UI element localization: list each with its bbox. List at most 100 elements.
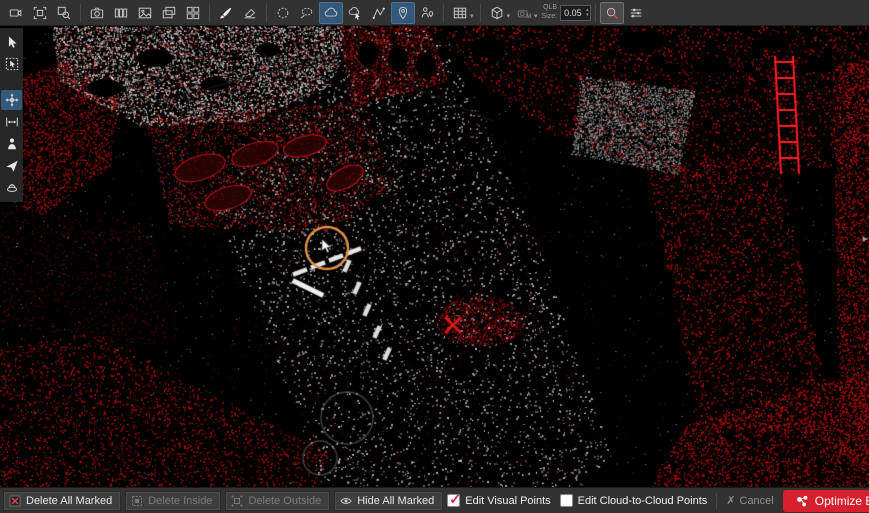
polyline-button[interactable] (367, 2, 391, 24)
toolbar-separator (80, 4, 81, 22)
orbit-target-button[interactable] (1, 90, 22, 110)
eye-icon (340, 495, 352, 507)
select-cursor-button[interactable] (1, 32, 22, 52)
qlb-size-value[interactable]: 0.05 (564, 8, 584, 18)
measure-icon (5, 115, 19, 129)
delete-all-marked-button[interactable]: Delete All Marked (3, 491, 121, 511)
magnifier-red-icon (605, 6, 619, 20)
image-icon (138, 6, 152, 20)
photo-camera-button[interactable] (85, 2, 109, 24)
point-cloud-viewport[interactable]: ▸ (0, 26, 869, 487)
point-cloud-canvas[interactable] (0, 26, 869, 487)
paint-brush-button[interactable] (214, 2, 238, 24)
zoom-window-button[interactable] (52, 2, 76, 24)
box-select-button[interactable] (1, 54, 22, 74)
image-button[interactable] (133, 2, 157, 24)
zoom-window-icon (57, 6, 71, 20)
button-label: Delete Inside (148, 495, 212, 507)
spin-down-icon[interactable]: ▾ (586, 13, 589, 18)
qlb-size-spinner[interactable]: ▴ ▾ (586, 8, 589, 18)
camera-m-dropdown[interactable]: ▾ (534, 12, 538, 20)
brush-icon (219, 6, 233, 20)
table-icon (453, 6, 467, 20)
panorama-button[interactable] (109, 2, 133, 24)
camera-m-button[interactable]: M (512, 2, 536, 24)
delete-marked-icon (9, 495, 21, 507)
top-toolbar: ▾ ▾ M ▾ QLB Size: 0.05 ▴ ▾ (0, 0, 869, 26)
delete-outside-icon (231, 495, 243, 507)
checkbox-label: Edit Visual Points (465, 495, 550, 507)
toolbar-separator (209, 4, 210, 22)
delete-inside-button[interactable]: Delete Inside (125, 491, 221, 511)
view-cube-dropdown[interactable]: ▾ (507, 12, 511, 20)
paper-plane-icon (5, 159, 19, 173)
bottom-separator (716, 493, 717, 509)
cube-icon (490, 6, 504, 20)
app-window: ▾ ▾ M ▾ QLB Size: 0.05 ▴ ▾ (0, 0, 869, 513)
toolbar-separator (266, 4, 267, 22)
table-view-button[interactable] (448, 2, 472, 24)
toolbar-separator (480, 4, 481, 22)
fit-view-button[interactable] (28, 2, 52, 24)
optimize-label: Optimize Bundle (815, 494, 869, 508)
cancel-button[interactable]: ✗ Cancel (726, 494, 773, 507)
cloud-pointer-icon (348, 6, 362, 20)
qlb-size-label: QLB Size: (542, 4, 558, 20)
svg-text:M: M (526, 12, 531, 19)
street-view-button[interactable] (1, 134, 22, 154)
eraser-icon (243, 6, 257, 20)
cursor-box-icon (5, 57, 19, 71)
delete-inside-icon (131, 495, 143, 507)
optimize-bundle-button[interactable]: Optimize Bundle (783, 490, 869, 512)
cursor-icon (5, 35, 19, 49)
person-icon (5, 137, 19, 151)
person-pin-button[interactable] (415, 2, 439, 24)
cloud-pointer-button[interactable] (343, 2, 367, 24)
panorama-icon (114, 6, 128, 20)
close-icon: ✗ (726, 494, 735, 507)
toolbar-separator (595, 4, 596, 22)
cancel-label: Cancel (740, 495, 774, 507)
camera-m-icon: M (517, 6, 531, 20)
camera-icon (90, 6, 104, 20)
left-tool-column (0, 28, 23, 202)
edit-visual-points-checkbox[interactable]: ✓ Edit Visual Points (447, 494, 550, 507)
qlb-size-control: QLB Size: 0.05 ▴ ▾ (542, 4, 591, 20)
right-panel-expander[interactable]: ▸ (862, 232, 868, 245)
hide-all-marked-button[interactable]: Hide All Marked (334, 491, 443, 511)
view-cube-button[interactable] (485, 2, 509, 24)
bundle-cluster-icon (795, 494, 809, 508)
checkbox-box[interactable]: ✓ (447, 494, 460, 507)
edit-cloud-to-cloud-checkbox[interactable]: ✓ Edit Cloud-to-Cloud Points (560, 494, 708, 507)
pin-button[interactable] (391, 2, 415, 24)
qlb-size-input[interactable]: 0.05 ▴ ▾ (560, 5, 591, 21)
checkbox-box[interactable]: ✓ (560, 494, 573, 507)
fly-mode-button[interactable] (1, 178, 22, 198)
person-pin-icon (420, 6, 434, 20)
circle-select-button[interactable] (271, 2, 295, 24)
table-view-dropdown[interactable]: ▾ (470, 12, 474, 20)
button-label: Delete Outside (248, 495, 321, 507)
camera-3d-button[interactable] (4, 2, 28, 24)
measure-button[interactable] (1, 112, 22, 132)
toolbar-separator (443, 4, 444, 22)
button-label: Delete All Marked (26, 495, 112, 507)
cloud-select-button[interactable] (319, 2, 343, 24)
thumbnails-button[interactable] (181, 2, 205, 24)
check-icon: ✓ (449, 491, 461, 508)
bottom-toolbar: Delete All Marked Delete Inside Delete O… (0, 487, 869, 513)
checkbox-label: Edit Cloud-to-Cloud Points (578, 495, 708, 507)
fit-view-icon (33, 6, 47, 20)
adjust-sliders-button[interactable] (624, 2, 648, 24)
sliders-icon (629, 6, 643, 20)
image-stack-button[interactable] (157, 2, 181, 24)
thumbnails-grid-icon (186, 6, 200, 20)
eraser-button[interactable] (238, 2, 262, 24)
delete-outside-button[interactable]: Delete Outside (225, 491, 330, 511)
lasso-select-button[interactable] (295, 2, 319, 24)
image-stack-icon (162, 6, 176, 20)
move-target-icon (5, 93, 19, 107)
navigate-button[interactable] (1, 156, 22, 176)
find-points-button[interactable] (600, 2, 624, 24)
lasso-icon (300, 6, 314, 20)
